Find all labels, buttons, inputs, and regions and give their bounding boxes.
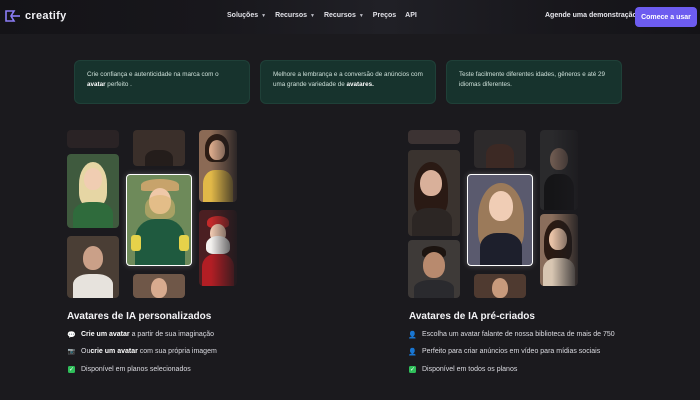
stock-avatars-title: Avatares de IA pré-criados [409,311,535,322]
benefit-card-trust: Crie confiança e autenticidade na marca … [74,60,250,104]
custom-avatars-title: Avatares de IA personalizados [67,311,212,322]
avatar-thumbnail [474,274,526,298]
menu-solucoes[interactable]: Soluções ▼ [227,12,266,19]
stock-avatars-gallery [408,130,578,298]
benefit-card-conversion: Melhore a lembrança e a conversão de anú… [260,60,436,104]
avatar-thumbnail [67,236,119,298]
avatar-thumbnail [408,150,460,236]
chevron-down-icon: ▼ [261,12,267,19]
creatify-logo-icon [5,9,21,23]
avatar-thumbnail [67,154,119,228]
avatar-thumbnail [67,130,119,148]
avatar-thumbnail [474,130,526,168]
benefit-bold: avatares. [346,80,374,88]
benefit-text: Crie confiança e autenticidade na marca … [87,71,219,78]
chevron-down-icon: ▼ [309,12,315,19]
feature-item: ✓ Disponível em planos selecionados [68,366,191,373]
feature-item: 💬 Crie um avatar a partir de sua imagina… [67,331,214,339]
menu-api[interactable]: API [405,12,417,19]
menu-recursos-1-label: Recursos [275,12,307,19]
menu-precos-label: Preços [372,12,397,19]
brand-name: creatify [25,10,67,22]
top-navbar: creatify Soluções ▼ Recursos ▼ Recursos ▼ P… [0,0,700,34]
benefit-text: Teste facilmente diferentes idades, gêne… [459,71,605,88]
feature-text: Escolha um avatar falante de nossa bibli… [422,331,615,338]
chevron-down-icon: ▼ [358,12,364,19]
menu-solucoes-label: Soluções [227,12,259,19]
feature-item: ✓ Disponível em todos os planos [409,366,517,373]
person-icon: 👤 [408,331,417,339]
gallery-fade [552,130,578,298]
page-bottom [0,374,700,400]
menu-recursos-2-label: Recursos [323,12,356,19]
menu-recursos-2[interactable]: Recursos ▼ [324,12,364,19]
avatar-thumbnail [408,130,460,144]
feature-text: Disponível em todos os planos [422,366,518,373]
feature-text: Perfeito para criar anúncios em vídeo pa… [422,348,601,355]
feature-bold: Crie um avatar [81,331,130,338]
menu-api-label: API [405,12,417,19]
featured-avatar-smiling-woman [467,174,533,266]
check-icon: ✓ [409,366,416,373]
menu-recursos-1[interactable]: Recursos ▼ [275,12,315,19]
feature-prefix: Ou [81,348,91,355]
feature-bold: crie um avatar [90,348,138,355]
main-menu: Soluções ▼ Recursos ▼ Recursos ▼ Preços API [227,12,417,19]
gallery-fade [211,130,237,298]
feature-rest: com sua própria imagem [137,348,217,355]
benefit-card-languages: Teste facilmente diferentes idades, gêne… [446,60,622,104]
get-started-button[interactable]: Comece a usar [635,7,697,27]
feature-text: Crie um avatar a partir de sua imaginaçã… [81,331,214,338]
avatar-thumbnail [133,274,185,298]
feature-item: 👤 Perfeito para criar anúncios em vídeo … [408,348,601,356]
feature-rest: a partir de sua imaginação [129,331,215,338]
featured-avatar-gardener [126,174,192,266]
benefit-text-end: perfeito . [105,80,132,88]
camera-icon: 📷 [67,349,76,355]
custom-avatars-gallery [67,130,237,298]
speech-bubble-icon: 💬 [67,331,76,339]
avatar-thumbnail [408,240,460,298]
creatify-logo[interactable]: creatify [5,9,67,23]
person-icon: 👤 [408,348,417,356]
feature-item: 👤 Escolha um avatar falante de nossa bib… [408,331,615,339]
schedule-demo-link[interactable]: Agende uma demonstração [545,12,637,19]
feature-text: Disponível em planos selecionados [81,366,191,373]
menu-precos[interactable]: Preços [373,12,396,19]
avatar-thumbnail [133,130,185,166]
feature-item: 📷 Oucrie um avatar com sua própria image… [68,348,217,355]
benefit-bold: avatar [87,80,106,88]
check-icon: ✓ [68,366,75,373]
feature-text: Oucrie um avatar com sua própria imagem [81,348,217,355]
